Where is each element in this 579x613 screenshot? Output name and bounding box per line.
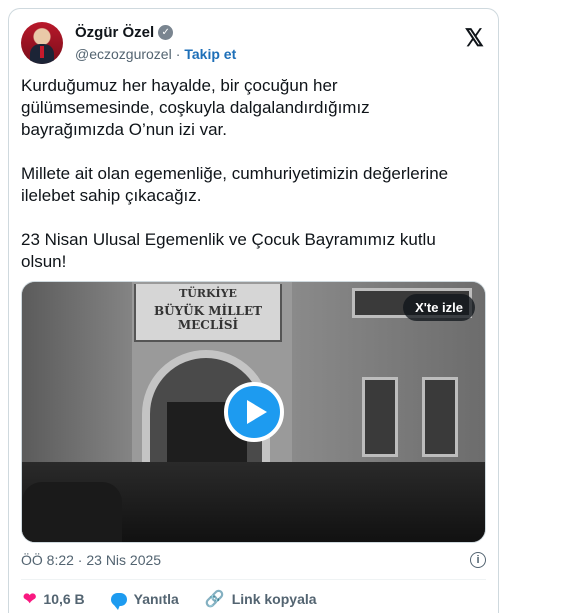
play-icon: [246, 400, 267, 424]
reply-label: Yanıtla: [133, 591, 179, 607]
sign-line-2: BÜYÜK MİLLET MECLİSİ: [153, 304, 263, 332]
x-logo-icon[interactable]: 𝕏: [465, 27, 484, 51]
tweet-paragraph-2: Millete ait olan egemenliğe, cumhuriyeti…: [21, 164, 449, 205]
sign-line-1: TÜRKİYE: [179, 287, 237, 300]
tweet-paragraph-1: Kurduğumuz her hayalde, bir çocuğun her …: [21, 76, 370, 139]
reply-button[interactable]: Yanıtla: [110, 589, 179, 610]
verified-badge-icon: ✓: [158, 25, 174, 40]
parliament-sign: TÜRKİYE BÜYÜK MİLLET MECLİSİ: [134, 284, 282, 342]
like-button[interactable]: ❤ 10,6 B: [23, 589, 85, 609]
video-frame-window: [362, 377, 398, 457]
video-frame-car: [22, 482, 122, 542]
author-handle-row: @eczozgurozel · Takip et: [75, 46, 236, 62]
author-name[interactable]: Özgür Özel: [75, 24, 154, 41]
author-handle[interactable]: @eczozgurozel: [75, 46, 172, 62]
copy-link-label: Link kopyala: [231, 591, 317, 607]
tweet-card: Özgür Özel ✓ @eczozgurozel · Takip et 𝕏 …: [8, 8, 499, 613]
play-button[interactable]: [224, 382, 284, 442]
avatar[interactable]: [21, 22, 63, 64]
divider: [21, 579, 486, 580]
like-count: 10,6 B: [43, 591, 85, 607]
action-bar: ❤ 10,6 B Yanıtla 🔗 Link kopyala: [23, 589, 317, 610]
tweet-header: Özgür Özel ✓ @eczozgurozel · Takip et 𝕏: [21, 19, 486, 65]
copy-link-button[interactable]: 🔗 Link kopyala: [205, 589, 317, 609]
tweet-meta: ÖÖ 8:22 · 23 Nis 2025 i: [21, 552, 486, 568]
follow-button[interactable]: Takip et: [184, 46, 236, 62]
info-icon[interactable]: i: [470, 552, 486, 568]
heart-icon: ❤: [23, 591, 37, 608]
reply-bubble-icon: [110, 592, 127, 610]
author-name-row: Özgür Özel ✓: [75, 24, 174, 41]
tweet-text: Kurduğumuz her hayalde, bir çocuğun her …: [21, 75, 486, 273]
timestamp[interactable]: ÖÖ 8:22 · 23 Nis 2025: [21, 552, 161, 568]
video-frame-window: [422, 377, 458, 457]
watch-on-x-button[interactable]: X'te izle: [403, 294, 475, 321]
video-player[interactable]: TÜRKİYE BÜYÜK MİLLET MECLİSİ X'te izle: [21, 281, 486, 543]
separator: ·: [175, 46, 181, 62]
link-icon: 🔗: [204, 591, 225, 608]
tweet-paragraph-3: 23 Nisan Ulusal Egemenlik ve Çocuk Bayra…: [21, 230, 436, 271]
